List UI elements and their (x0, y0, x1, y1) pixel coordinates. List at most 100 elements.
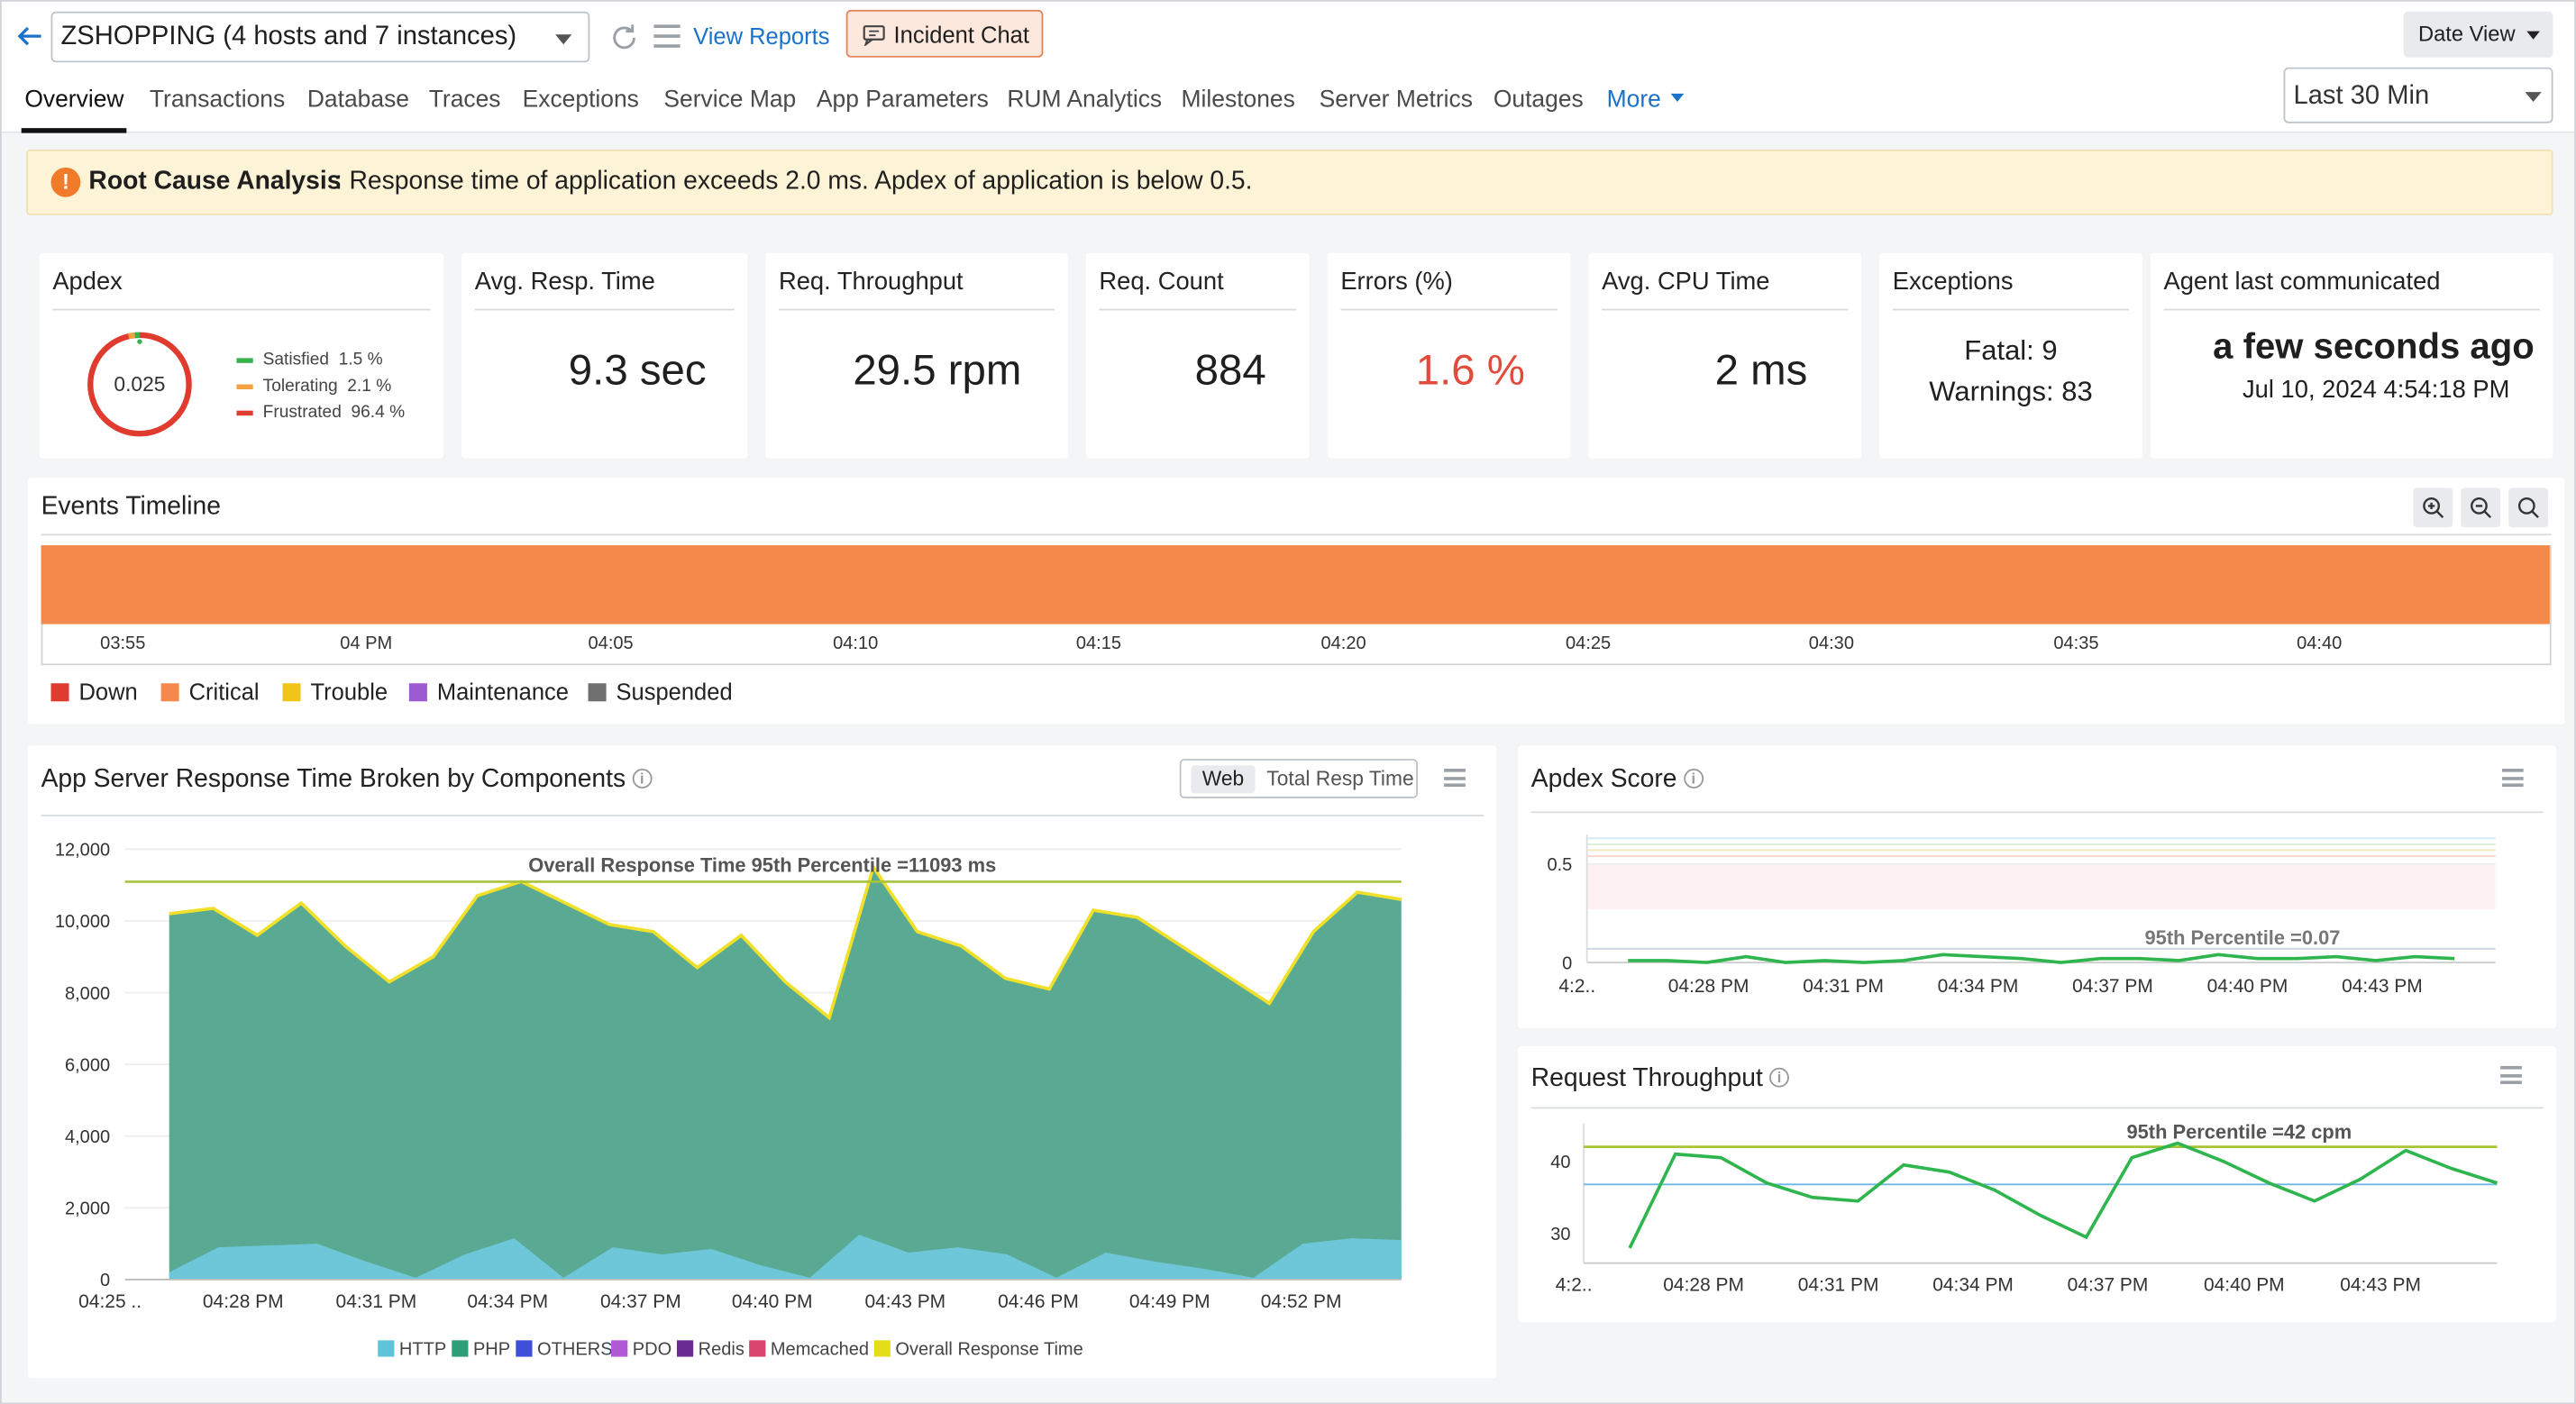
exceptions-card[interactable]: Exceptions Fatal: 9 Warnings: 83 (1879, 252, 2142, 459)
apdex-line (1628, 953, 2455, 964)
toggle-total-resp-time[interactable]: Total Resp Time (1266, 767, 1413, 790)
chevron-down-icon (555, 34, 572, 45)
cpu-time-card[interactable]: Avg. CPU Time 2 ms (1588, 252, 1862, 459)
legend-suspended[interactable]: Suspended (588, 679, 733, 705)
legend-satisfied: Satisfied 1.5 % (236, 350, 383, 370)
toggle-web[interactable]: Web (1191, 765, 1256, 794)
incident-chat-button[interactable]: Incident Chat (845, 9, 1044, 58)
percentile-label: 95th Percentile =0.07 (2145, 926, 2341, 949)
agent-card[interactable]: Agent last communicated a few seconds ag… (2150, 252, 2553, 459)
legend-down[interactable]: Down (50, 679, 138, 705)
tab-app-parameters[interactable]: App Parameters (817, 87, 989, 114)
tab-traces[interactable]: Traces (429, 87, 501, 114)
legend-label: Satisfied (262, 350, 330, 370)
legend-label: Memcached (770, 1340, 870, 1361)
apdex-score: 0.025 (114, 372, 165, 396)
legend-swatch (282, 683, 301, 702)
tab-transactions[interactable]: Transactions (150, 87, 285, 114)
x-tick-label: 04:46 PM (998, 1291, 1079, 1312)
timeline-tick: 04:20 (1320, 634, 1366, 654)
info-icon[interactable]: i (632, 769, 653, 789)
panel-title-text: Request Throughput (1530, 1064, 1763, 1093)
info-icon[interactable]: i (1683, 769, 1704, 789)
band-poor (1586, 863, 2496, 910)
back-arrow-icon[interactable] (14, 22, 44, 51)
legend-value: 1.5 % (338, 350, 383, 370)
tab-outages[interactable]: Outages (1494, 87, 1584, 114)
view-reports-link[interactable]: View Reports (693, 23, 829, 50)
legend-others[interactable]: OTHERS (516, 1340, 613, 1360)
tab-overview[interactable]: Overview (21, 87, 128, 133)
req-count-card[interactable]: Req. Count 884 (1085, 252, 1310, 459)
timeline-tick: 04:10 (833, 634, 879, 654)
tab-server-metrics[interactable]: Server Metrics (1320, 87, 1473, 114)
zoom-in-button[interactable] (2413, 488, 2453, 528)
hamburger-menu-icon[interactable] (2501, 769, 2524, 788)
legend-label: PHP (472, 1340, 511, 1361)
legend-trouble[interactable]: Trouble (282, 678, 388, 705)
tab-exceptions[interactable]: Exceptions (523, 87, 639, 114)
legend-value: 96.4 % (351, 402, 406, 423)
divider (1892, 308, 2130, 311)
card-label: Req. Throughput (778, 268, 964, 296)
app-selector[interactable]: ZSHOPPING (4 hosts and 7 instances) (50, 11, 590, 63)
fatal-count: Fatal: 9 (1964, 334, 2058, 367)
zoom-reset-button[interactable] (2508, 488, 2549, 528)
legend-swatch (408, 683, 427, 702)
root-cause-banner: ! Root Cause Analysis : Response time of… (26, 149, 2553, 215)
avg-resp-time-card[interactable]: Avg. Resp. Time 9.3 sec (461, 252, 748, 459)
legend-redis[interactable]: Redis (676, 1340, 744, 1360)
tab-database[interactable]: Database (307, 87, 409, 114)
legend-label: Tolerating (262, 376, 338, 397)
x-tick-label: 04:34 PM (1938, 976, 2019, 997)
legend-http[interactable]: HTTP (378, 1340, 446, 1360)
x-tick-label: 04:28 PM (1668, 976, 1749, 997)
legend-overall-response-time[interactable]: Overall Response Time (873, 1340, 1083, 1360)
y-tick-label: 2,000 (65, 1199, 110, 1219)
x-tick-label: 04:40 PM (732, 1291, 813, 1312)
errors-card[interactable]: Errors (%) 1.6 % (1327, 252, 1571, 459)
chevron-down-icon (2525, 92, 2542, 103)
divider (41, 815, 1484, 816)
resp-type-toggle: Web Total Resp Time (1179, 759, 1418, 798)
legend-maintenance[interactable]: Maintenance (408, 679, 569, 705)
y-tick-label: 40 (1550, 1153, 1570, 1172)
zoom-out-button[interactable] (2461, 488, 2501, 528)
tab-rum-analytics[interactable]: RUM Analytics (1007, 87, 1162, 114)
legend-swatch (160, 683, 179, 702)
legend-swatch (676, 1340, 694, 1357)
refresh-icon[interactable] (607, 22, 640, 54)
tab-milestones[interactable]: Milestones (1182, 87, 1295, 114)
date-view-button[interactable]: Date View (2403, 11, 2553, 58)
legend-label: Trouble (310, 678, 388, 705)
throughput-line (1628, 1141, 2498, 1249)
time-range-select[interactable]: Last 30 Min (2283, 67, 2553, 123)
card-label: Req. Count (1099, 268, 1224, 296)
info-icon[interactable]: i (1769, 1067, 1790, 1088)
tab-more[interactable]: More (1607, 87, 1685, 114)
errors-value: 1.6 % (1415, 344, 1525, 395)
response-time-chart: 0 2,000 4,000 6,000 8,000 10,000 12,000 04:25 .… (55, 841, 1402, 1312)
panel-title: Events Timeline (41, 492, 222, 521)
hamburger-menu-icon[interactable] (2500, 1065, 2522, 1084)
hamburger-menu-icon[interactable] (1444, 769, 1466, 788)
list-menu-icon[interactable] (653, 22, 682, 51)
search-icon (2517, 497, 2539, 518)
legend-memcached[interactable]: Memcached (749, 1340, 869, 1360)
y-tick-label: 6,000 (65, 1055, 110, 1075)
cpu-time-value: 2 ms (1714, 344, 1808, 395)
avg-resp-time-value: 9.3 sec (568, 344, 707, 395)
x-tick-label: 04:43 PM (864, 1291, 945, 1312)
tab-service-map[interactable]: Service Map (663, 87, 796, 114)
zoom-in-icon (2423, 497, 2444, 518)
legend-label: Critical (188, 678, 260, 705)
req-throughput-card[interactable]: Req. Throughput 29.5 rpm (765, 252, 1068, 459)
timeline-status-bar[interactable] (41, 545, 2550, 625)
card-label: Avg. Resp. Time (474, 268, 655, 296)
apdex-card[interactable]: Apdex 0.025 Satisfied 1.5 % Tolerating 2… (39, 252, 444, 459)
legend-swatch (873, 1340, 891, 1357)
legend-pdo[interactable]: PDO (611, 1340, 671, 1360)
legend-php[interactable]: PHP (452, 1340, 510, 1360)
legend-critical[interactable]: Critical (160, 678, 260, 705)
gauge-marker (137, 339, 142, 344)
